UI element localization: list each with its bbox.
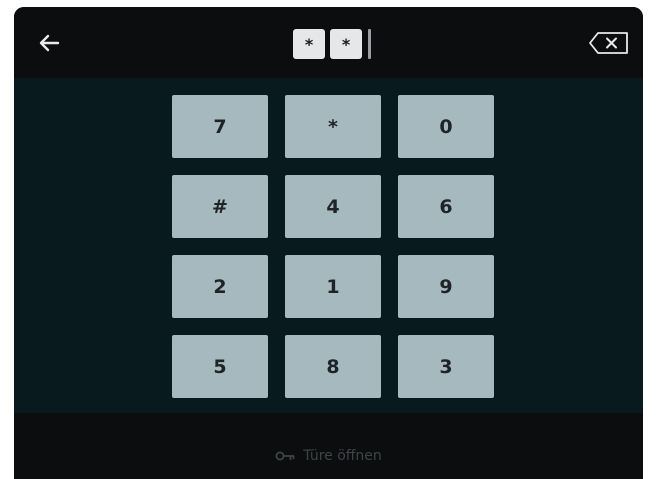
key-star[interactable]: * xyxy=(285,95,381,158)
arrow-left-icon xyxy=(39,34,60,52)
key-2[interactable]: 2 xyxy=(172,255,268,318)
keypad: 7 * 0 # 4 6 2 1 9 5 8 3 xyxy=(14,78,643,413)
key-9[interactable]: 9 xyxy=(398,255,494,318)
pin-display: * * xyxy=(293,29,371,59)
pin-char: * xyxy=(330,29,362,59)
back-button[interactable] xyxy=(36,31,62,55)
key-8[interactable]: 8 xyxy=(285,335,381,398)
delete-button[interactable] xyxy=(588,31,630,55)
input-caret xyxy=(368,29,371,59)
key-6[interactable]: 6 xyxy=(398,175,494,238)
key-3[interactable]: 3 xyxy=(398,335,494,398)
key-0[interactable]: 0 xyxy=(398,95,494,158)
key-4[interactable]: 4 xyxy=(285,175,381,238)
key-5[interactable]: 5 xyxy=(172,335,268,398)
pin-char: * xyxy=(293,29,325,59)
top-bar: * * xyxy=(14,7,643,78)
open-door-label: Türe öffnen xyxy=(303,448,382,464)
bottom-bar: Türe öffnen xyxy=(14,413,643,479)
key-hash[interactable]: # xyxy=(172,175,268,238)
backspace-icon xyxy=(589,32,628,54)
open-door-button[interactable]: Türe öffnen xyxy=(14,413,643,479)
key-icon xyxy=(275,451,295,461)
intercom-screen: * * 7 * 0 # 4 6 2 1 9 5 8 3 Türe öffnen xyxy=(14,7,643,479)
key-7[interactable]: 7 xyxy=(172,95,268,158)
key-1[interactable]: 1 xyxy=(285,255,381,318)
